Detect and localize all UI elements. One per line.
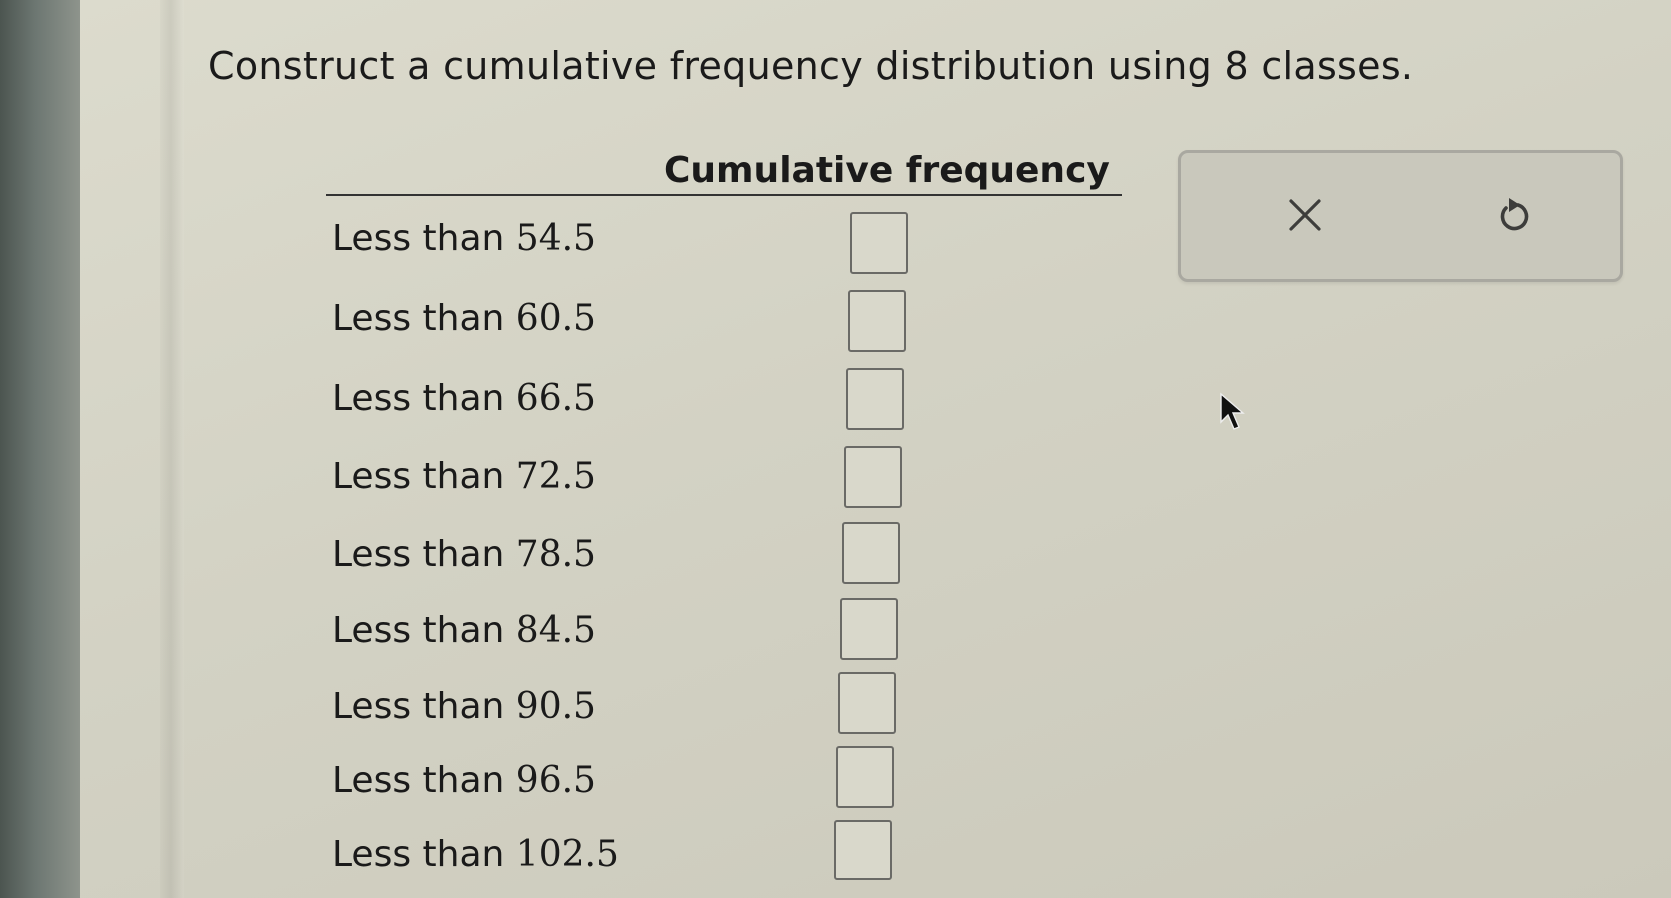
x-icon bbox=[1289, 199, 1321, 231]
cumulative-frequency-input[interactable] bbox=[846, 368, 904, 430]
cumulative-frequency-table: Cumulative frequency Less than 54.5 Less… bbox=[326, 150, 1122, 898]
cumulative-frequency-input[interactable] bbox=[840, 598, 898, 660]
cumulative-frequency-input[interactable] bbox=[838, 672, 896, 734]
class-label: Less than 72.5 bbox=[332, 456, 596, 497]
screen-bezel bbox=[0, 0, 80, 898]
cumulative-frequency-input[interactable] bbox=[836, 746, 894, 808]
class-label: Less than 96.5 bbox=[332, 760, 596, 801]
class-label: Less than 90.5 bbox=[332, 686, 596, 727]
undo-icon bbox=[1500, 198, 1529, 231]
question-prompt: Construct a cumulative frequency distrib… bbox=[208, 44, 1414, 88]
undo-button[interactable] bbox=[1477, 183, 1547, 247]
column-header-cumulative-frequency: Cumulative frequency bbox=[664, 150, 1110, 191]
cumulative-frequency-input[interactable] bbox=[842, 522, 900, 584]
class-label: Less than 84.5 bbox=[332, 610, 596, 651]
answer-toolbar bbox=[1178, 150, 1623, 282]
clear-button[interactable] bbox=[1270, 183, 1340, 247]
panel-divider bbox=[160, 0, 184, 898]
class-label: Less than 66.5 bbox=[332, 378, 596, 419]
mouse-pointer-icon bbox=[1220, 392, 1245, 430]
cumulative-frequency-input[interactable] bbox=[844, 446, 902, 508]
class-label: Less than 102.5 bbox=[332, 834, 619, 875]
class-label: Less than 54.5 bbox=[332, 218, 596, 259]
header-divider bbox=[326, 194, 1122, 196]
cumulative-frequency-input[interactable] bbox=[848, 290, 906, 352]
class-label: Less than 78.5 bbox=[332, 534, 596, 575]
cumulative-frequency-input[interactable] bbox=[834, 820, 892, 880]
cumulative-frequency-input[interactable] bbox=[850, 212, 908, 274]
class-label: Less than 60.5 bbox=[332, 298, 596, 339]
